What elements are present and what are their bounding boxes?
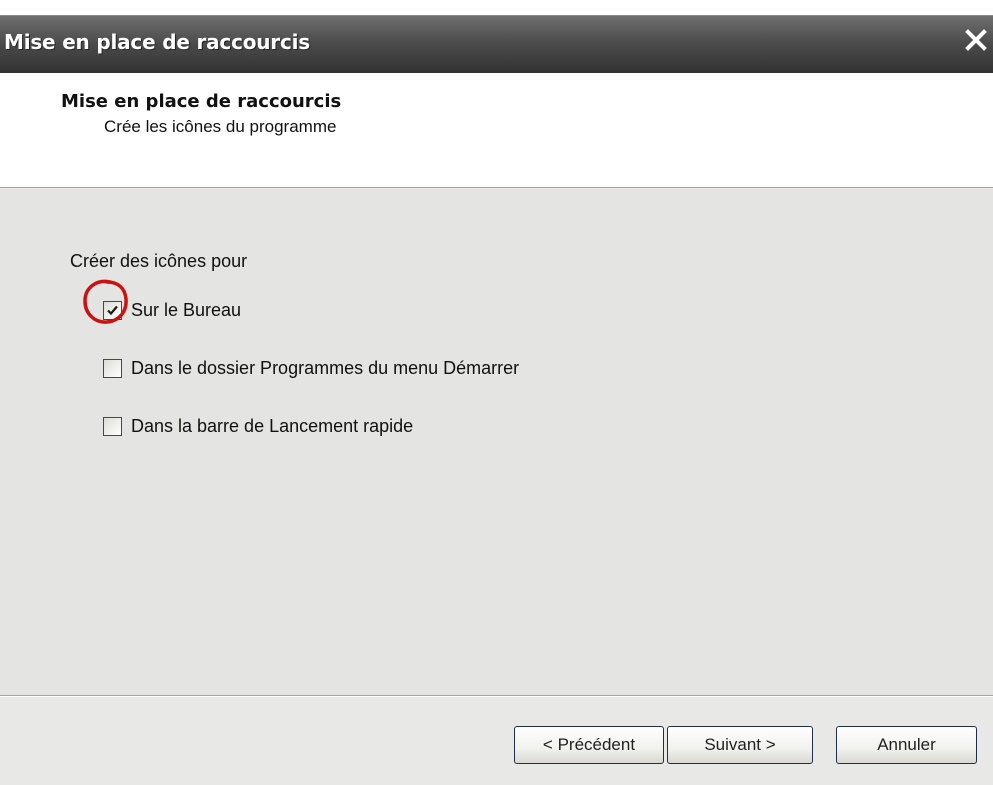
window-title: Mise en place de raccourcis xyxy=(4,30,310,54)
setup-wizard-window: Mise en place de raccourcis Mise en plac… xyxy=(0,15,993,785)
checkbox-quick-launch-box[interactable] xyxy=(103,416,122,436)
checkbox-start-menu[interactable]: Dans le dossier Programmes du menu Démar… xyxy=(103,355,519,381)
wizard-footer: < Précédent Suivant > Annuler xyxy=(0,697,993,785)
cancel-button[interactable]: Annuler xyxy=(836,726,977,764)
close-button[interactable] xyxy=(959,22,993,62)
page-title: Mise en place de raccourcis xyxy=(61,91,342,112)
checkbox-start-menu-box[interactable] xyxy=(103,358,122,378)
checkbox-quick-launch[interactable]: Dans la barre de Lancement rapide xyxy=(103,413,413,439)
wizard-header: Mise en place de raccourcis Crée les icô… xyxy=(0,73,993,188)
next-button[interactable]: Suivant > xyxy=(667,726,813,764)
checkbox-desktop-box[interactable] xyxy=(103,300,122,320)
page-subtitle: Crée les icônes du programme xyxy=(104,117,337,136)
checkmark-icon xyxy=(107,305,118,315)
wizard-body: Créer des icônes pour Sur le Bureau Dans… xyxy=(0,189,993,695)
checkbox-desktop-label: Sur le Bureau xyxy=(131,299,242,320)
title-bar[interactable]: Mise en place de raccourcis xyxy=(0,15,993,73)
checkbox-start-menu-label: Dans le dossier Programmes du menu Démar… xyxy=(131,357,520,378)
icons-group-label: Créer des icônes pour xyxy=(70,251,248,271)
previous-button[interactable]: < Précédent xyxy=(514,726,664,764)
checkbox-desktop[interactable]: Sur le Bureau xyxy=(103,297,241,323)
checkbox-quick-launch-label: Dans la barre de Lancement rapide xyxy=(131,415,414,436)
close-icon xyxy=(964,28,988,57)
